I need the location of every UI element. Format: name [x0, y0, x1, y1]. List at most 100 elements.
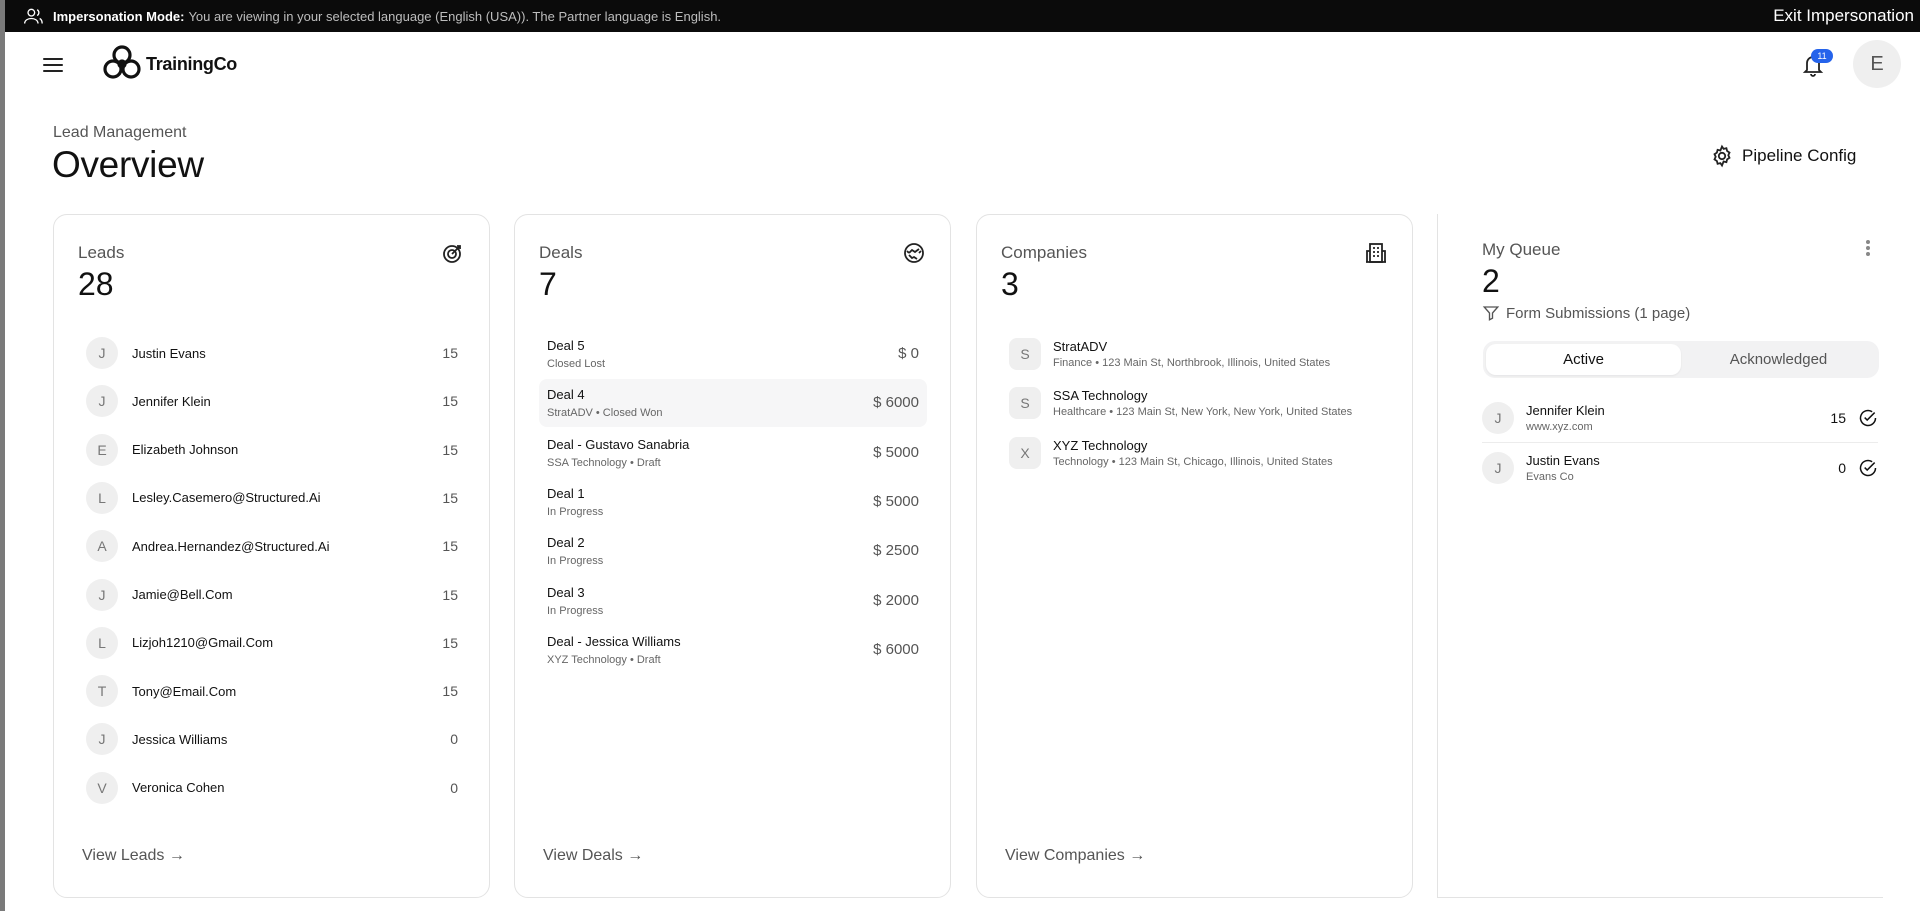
view-deals-link[interactable]: View Deals →	[543, 847, 643, 865]
app-frame: Impersonation Mode: You are viewing in y…	[5, 0, 1920, 911]
tab-acknowledged[interactable]: Acknowledged	[1681, 344, 1876, 375]
companies-card: Companies 3 S StratADV Finance • 123 Main …	[976, 214, 1413, 898]
company-details: Technology • 123 Main St, Chicago, Illin…	[1053, 455, 1333, 468]
lead-score: 15	[442, 345, 458, 361]
companies-title: Companies	[1001, 243, 1087, 262]
exit-impersonation-button[interactable]: Exit Impersonation	[1773, 0, 1914, 32]
hamburger-line	[43, 70, 63, 72]
deals-count: 7	[539, 266, 557, 302]
deal-row[interactable]: Deal 3 In Progress $ 2000	[539, 577, 927, 625]
deal-status: Closed Lost	[547, 358, 606, 370]
menu-toggle-button[interactable]	[41, 54, 67, 74]
impersonation-label: Impersonation Mode:	[53, 8, 185, 24]
acknowledge-check-icon[interactable]	[1858, 408, 1878, 428]
hamburger-line	[43, 64, 63, 66]
lead-score: 0	[450, 779, 458, 796]
notification-badge: 11	[1811, 49, 1833, 63]
acknowledge-check-icon[interactable]	[1858, 458, 1878, 478]
tab-active[interactable]: Active	[1486, 344, 1681, 375]
pipeline-config-label: Pipeline Config	[1742, 146, 1857, 165]
deal-row[interactable]: Deal 1 In Progress $ 5000	[539, 478, 927, 526]
deal-row[interactable]: Deal - Gustavo Sanabria SSA Technology • …	[539, 429, 927, 477]
deal-amount: $ 5000	[873, 443, 919, 461]
lead-name: Lizjoh1210@Gmail.Com	[132, 635, 274, 651]
queue-name: Jennifer Klein	[1526, 403, 1605, 418]
lead-row[interactable]: J Justin Evans 15	[86, 329, 458, 377]
lead-row[interactable]: A Andrea.Hernandez@Structured.Ai 15	[86, 522, 458, 570]
deal-amount: $ 2500	[873, 542, 919, 560]
queue-divider	[1482, 442, 1878, 443]
lead-name: Veronica Cohen	[132, 780, 225, 796]
lead-row[interactable]: T Tony@Email.Com 15	[86, 667, 458, 715]
lead-name: Jennifer Klein	[132, 393, 211, 409]
pipeline-config-button[interactable]: Pipeline Config	[1710, 141, 1856, 171]
company-details: Finance • 123 Main St, Northbrook, Illin…	[1053, 357, 1331, 369]
company-text: XYZ Technology Technology • 123 Main St, …	[1053, 438, 1333, 468]
lead-row[interactable]: L Lizjoh1210@Gmail.Com 15	[86, 619, 458, 667]
companies-count: 3	[1001, 266, 1019, 302]
deal-amount: $ 2000	[873, 591, 919, 609]
queue-count: 2	[1482, 263, 1500, 299]
deal-row[interactable]: Deal 5 Closed Lost $ 0	[539, 330, 927, 378]
notifications-button[interactable]: 11	[1801, 49, 1833, 78]
queue-avatar: J	[1482, 402, 1514, 434]
lead-avatar: J	[86, 578, 118, 611]
company-text: StratADV Finance • 123 Main St, Northbroo…	[1053, 339, 1330, 369]
deal-status: XYZ Technology • Draft	[547, 653, 661, 666]
lead-avatar: J	[86, 337, 118, 369]
lead-score: 15	[442, 538, 458, 555]
deal-name: Deal 5	[547, 338, 585, 353]
lead-avatar: V	[86, 771, 118, 804]
deal-status: In Progress	[547, 505, 604, 518]
breadcrumb[interactable]: Lead Management	[53, 124, 186, 142]
view-leads-link[interactable]: View Leads →	[82, 847, 185, 865]
lead-score: 15	[442, 634, 458, 651]
more-vertical-icon	[1866, 240, 1870, 244]
queue-score: 0	[1838, 460, 1846, 476]
queue-name: Justin Evans	[1526, 453, 1600, 468]
brand-name: TrainingCo	[146, 53, 237, 74]
company-text: SSA Technology Healthcare • 123 Main St, …	[1053, 388, 1352, 418]
lead-row[interactable]: J Jessica Williams 0	[86, 715, 458, 763]
deal-status: In Progress	[547, 555, 604, 568]
deal-name: Deal 4	[547, 387, 585, 403]
deal-amount: $ 6000	[873, 394, 919, 412]
more-dot	[1866, 246, 1870, 250]
queue-row[interactable]: J Jennifer Klein www.xyz.com 15	[1482, 393, 1878, 443]
lead-avatar: J	[86, 723, 118, 756]
queue-row[interactable]: J Justin Evans Evans Co 0	[1482, 443, 1878, 493]
user-avatar-button[interactable]: E	[1853, 40, 1901, 88]
lead-score: 15	[442, 683, 458, 700]
lead-name: Jessica Williams	[132, 731, 228, 747]
deal-name: Deal - Gustavo Sanabria	[547, 436, 690, 452]
lead-row[interactable]: J Jamie@Bell.Com 15	[86, 571, 458, 619]
deal-row[interactable]: Deal - Jessica Williams XYZ Technology • …	[539, 626, 927, 674]
brand-logo[interactable]: TrainingCo	[100, 42, 237, 86]
company-avatar: X	[1009, 436, 1041, 469]
company-row[interactable]: S SSA Technology Healthcare • 123 Main St,…	[1009, 379, 1399, 427]
lead-name: Justin Evans	[132, 345, 206, 361]
deal-status: In Progress	[547, 604, 604, 617]
deal-row[interactable]: Deal 2 In Progress $ 2500	[539, 527, 927, 575]
lead-row[interactable]: E Elizabeth Johnson 15	[86, 426, 458, 474]
company-details: Healthcare • 123 Main St, New York, New …	[1053, 406, 1353, 419]
my-queue-panel: My Queue 2 Form Submissions (1 page) Act…	[1437, 214, 1883, 898]
lead-row[interactable]: L Lesley.Casemero@Structured.Ai 15	[86, 474, 458, 522]
view-companies-link[interactable]: View Companies →	[1005, 847, 1145, 865]
queue-more-menu-button[interactable]	[1864, 238, 1872, 258]
deal-status: SSA Technology • Draft	[547, 456, 661, 469]
company-name: StratADV	[1053, 339, 1108, 354]
queue-filter[interactable]: Form Submissions (1 page)	[1482, 304, 1690, 322]
company-avatar: S	[1009, 387, 1041, 420]
company-row[interactable]: X XYZ Technology Technology • 123 Main St,…	[1009, 429, 1399, 477]
user-icon	[24, 8, 43, 24]
target-icon	[443, 245, 461, 263]
lead-row[interactable]: J Jennifer Klein 15	[86, 377, 458, 425]
company-row[interactable]: S StratADV Finance • 123 Main St, Northbro…	[1009, 330, 1399, 378]
deal-row[interactable]: Deal 4 StratADV • Closed Won $ 6000	[539, 379, 927, 428]
deals-title: Deals	[539, 243, 583, 262]
queue-sub: Evans Co	[1526, 471, 1574, 483]
lead-name: Lesley.Casemero@Structured.Ai	[132, 490, 321, 506]
lead-row[interactable]: V Veronica Cohen 0	[86, 764, 458, 812]
deal-name: Deal 3	[547, 584, 585, 600]
